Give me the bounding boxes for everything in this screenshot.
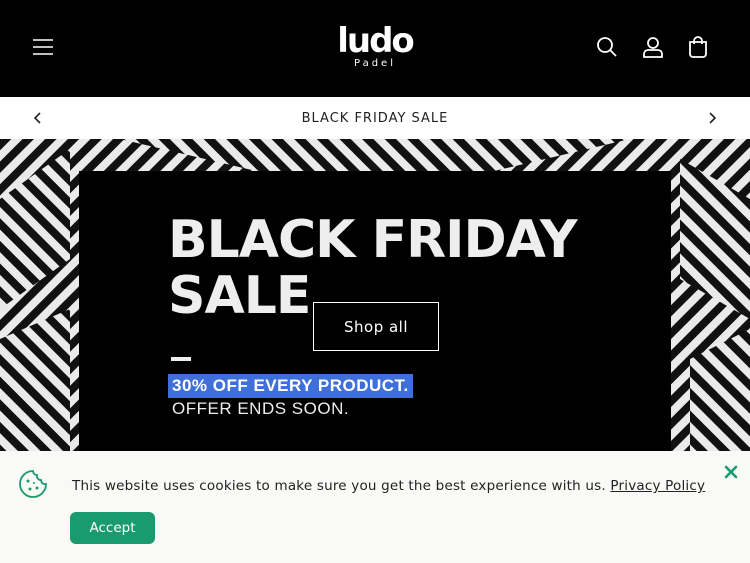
- cookie-message: This website uses cookies to make sure y…: [72, 478, 705, 494]
- announcement-bar: BLACK FRIDAY SALE: [0, 97, 750, 139]
- cookie-icon: [18, 469, 48, 499]
- close-icon[interactable]: [720, 461, 742, 483]
- chevron-right-icon[interactable]: [700, 106, 724, 130]
- announcement-text: BLACK FRIDAY SALE: [301, 110, 449, 126]
- search-icon[interactable]: [589, 29, 625, 65]
- shop-all-button[interactable]: Shop all: [313, 302, 439, 351]
- site-header: ludo Padel: [0, 0, 750, 97]
- chevron-left-icon[interactable]: [26, 106, 50, 130]
- cookie-message-text: This website uses cookies to make sure y…: [72, 478, 611, 494]
- logo-text: ludo: [337, 21, 413, 61]
- account-icon[interactable]: [635, 29, 671, 65]
- hero-dash: [171, 357, 191, 361]
- hamburger-menu-icon[interactable]: [25, 29, 61, 65]
- cart-icon[interactable]: [680, 29, 716, 65]
- ludo-padel-logo[interactable]: ludo Padel: [330, 18, 420, 70]
- hero-title-line1: BLACK FRIDAY: [168, 210, 578, 270]
- hero-subtext: OFFER ENDS SOON.: [172, 399, 350, 418]
- hero-discount-highlight: 30% OFF EVERY PRODUCT.: [168, 374, 413, 398]
- accept-cookies-button[interactable]: Accept: [70, 512, 155, 544]
- privacy-policy-link[interactable]: Privacy Policy: [610, 478, 705, 494]
- cookie-banner: This website uses cookies to make sure y…: [0, 451, 750, 563]
- logo-subtext: Padel: [354, 58, 396, 69]
